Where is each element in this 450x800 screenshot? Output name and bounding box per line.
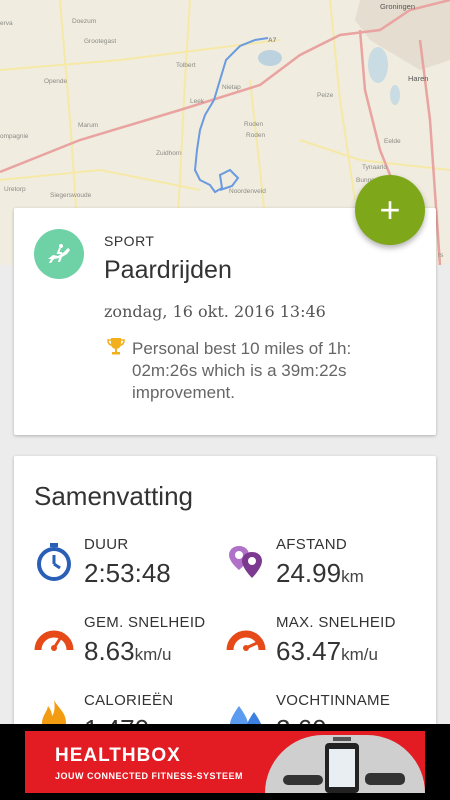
activity-card: SPORT Paardrijden zondag, 16 okt. 2016 1… bbox=[14, 208, 436, 435]
map-attribution: rs bbox=[438, 252, 444, 259]
hydration-value: 2.60 bbox=[276, 714, 327, 724]
map-label: ompagnie bbox=[0, 133, 29, 140]
stopwatch-icon bbox=[37, 543, 71, 581]
water-drops-icon bbox=[230, 706, 261, 724]
ad-product-image bbox=[265, 735, 425, 793]
ad-brand: HEALTHBOX bbox=[55, 745, 181, 766]
max-speed-unit: km/u bbox=[341, 645, 378, 664]
speedometer-icon bbox=[34, 630, 74, 651]
stat-avg-speed: GEM. SNELHEID 8.63km/u bbox=[34, 614, 224, 674]
map-label: Roden bbox=[244, 121, 264, 128]
distance-unit: km bbox=[341, 567, 364, 586]
map-label: erva bbox=[0, 20, 13, 27]
summary-card: Samenvatting DUUR 2:53:48 AFSTAND 24.99k… bbox=[14, 456, 436, 724]
sport-icon-circle bbox=[34, 229, 84, 279]
map-label: Marum bbox=[78, 122, 99, 129]
stat-label-distance: AFSTAND bbox=[276, 536, 347, 553]
location-pins-icon bbox=[229, 546, 262, 578]
stat-duration: DUUR 2:53:48 bbox=[34, 536, 224, 596]
stat-label-avg-speed: GEM. SNELHEID bbox=[84, 614, 206, 631]
map-label: Grootegast bbox=[84, 38, 117, 45]
duration-value: 2:53:48 bbox=[84, 558, 171, 588]
ad-banner[interactable]: HEALTHBOX JOUW CONNECTED FITNESS-SYSTEEM bbox=[25, 731, 425, 793]
stat-label-hydration: VOCHTINNAME bbox=[276, 692, 391, 709]
map-label-groningen: Groningen bbox=[380, 2, 416, 11]
map-label: Nietap bbox=[222, 84, 241, 91]
stat-value-duration: 2:53:48 bbox=[84, 558, 171, 589]
map-label: Roden bbox=[246, 132, 266, 139]
map-label: Zuidhorn bbox=[156, 150, 182, 157]
distance-value: 24.99 bbox=[276, 558, 342, 588]
stat-label-duration: DUUR bbox=[84, 536, 129, 553]
stat-value-hydration: 2.60 bbox=[276, 714, 327, 724]
stat-max-speed: MAX. SNELHEID 63.47km/u bbox=[226, 614, 416, 674]
fitness-devices-image bbox=[283, 737, 405, 793]
map-label: Uretorp bbox=[4, 186, 26, 193]
stat-label-calories: CALORIEËN bbox=[84, 692, 174, 709]
sport-name: Paardrijden bbox=[104, 256, 232, 284]
map-label: Tolbert bbox=[176, 62, 196, 69]
map-label: Noordenveld bbox=[229, 188, 266, 195]
map-label: Peize bbox=[317, 92, 334, 99]
map-label: Leek bbox=[190, 98, 205, 105]
stat-hydration: VOCHTINNAME 2.60 bbox=[226, 692, 416, 724]
map-road-label: A7 bbox=[268, 37, 277, 44]
horse-riding-icon bbox=[48, 244, 70, 263]
stat-distance: AFSTAND 24.99km bbox=[226, 536, 416, 596]
flame-icon bbox=[42, 700, 66, 724]
calories-value: 1.470 bbox=[84, 714, 149, 724]
stat-label-max-speed: MAX. SNELHEID bbox=[276, 614, 396, 631]
speedometer-max-icon bbox=[226, 630, 266, 651]
avg-speed-value: 8.63 bbox=[84, 636, 135, 666]
personal-best-text: Personal best 10 miles of 1h: 02m:26s wh… bbox=[132, 339, 352, 402]
map-label: Tynaarlo bbox=[362, 164, 387, 171]
add-button[interactable]: + bbox=[355, 175, 425, 245]
summary-title: Samenvatting bbox=[34, 481, 193, 511]
stat-value-distance: 24.99km bbox=[276, 558, 364, 589]
map-label: Siegerswoude bbox=[50, 192, 92, 199]
plus-icon: + bbox=[379, 189, 401, 230]
stat-value-calories: 1.470 bbox=[84, 714, 149, 724]
map-label: Doezum bbox=[72, 18, 97, 25]
map-label: Opende bbox=[44, 78, 68, 85]
ad-banner-container: HEALTHBOX JOUW CONNECTED FITNESS-SYSTEEM bbox=[0, 724, 450, 800]
avg-speed-unit: km/u bbox=[134, 645, 172, 664]
stat-calories: CALORIEËN 1.470 bbox=[34, 692, 224, 724]
activity-datetime: zondag, 16 okt. 2016 13:46 bbox=[104, 302, 326, 321]
sport-type-label: SPORT bbox=[104, 233, 155, 249]
max-speed-value: 63.47 bbox=[276, 636, 342, 666]
stat-value-max-speed: 63.47km/u bbox=[276, 636, 378, 667]
map-label: Haren bbox=[408, 74, 429, 83]
ad-tagline: JOUW CONNECTED FITNESS-SYSTEEM bbox=[55, 771, 244, 781]
stat-value-avg-speed: 8.63km/u bbox=[84, 636, 171, 667]
trophy-icon bbox=[107, 338, 125, 355]
map-label: Eelde bbox=[384, 138, 401, 145]
